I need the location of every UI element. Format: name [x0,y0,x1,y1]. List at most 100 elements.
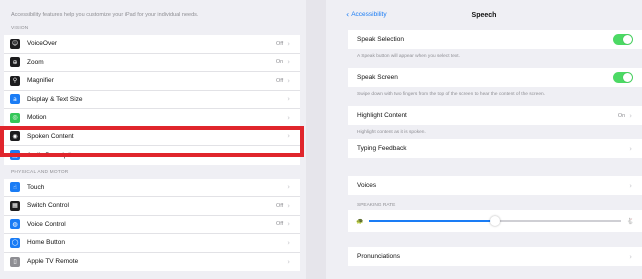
chevron-right-icon: › [287,58,290,67]
display-text-size-icon: a [10,94,20,105]
turtle-icon: 🐢 [356,217,364,225]
chevron-left-icon: ‹ [346,10,350,19]
settings-row-magnifier[interactable]: ⚲ Magnifier Off › [4,72,300,91]
vision-section-header: VISION [11,26,29,31]
speaking-rate-group: 🐢 🐇 [348,210,642,232]
speak-selection-footer: A Speak button will appear when you sele… [357,54,460,59]
settings-row-label: Display & Text Size [27,95,83,103]
settings-row-label: Home Button [27,239,65,247]
highlight-content-label: Highlight Content [357,112,407,119]
settings-row-voice-control[interactable]: ◍ Voice Control Off › [4,216,300,234]
highlight-content-group: Highlight Content On › [348,106,642,125]
settings-row-zoom[interactable]: ⊕ Zoom On › [4,54,300,72]
voices-group: Voices › [348,176,642,195]
speech-detail-pane: ‹ Accessibility Speech Speak Selection A… [326,0,642,279]
highlight-content-value: On [617,112,626,119]
speak-screen-group: Speak Screen [348,68,642,87]
speaking-rate-slider[interactable]: 🐢 🐇 [348,210,642,232]
chevron-right-icon: › [287,220,290,229]
settings-row-motion[interactable]: ◎ Motion › [4,109,300,128]
settings-row-spoken-content[interactable]: ◉ Spoken Content › [4,128,300,146]
apple-tv-remote-icon: ▯ [10,256,20,267]
settings-row-label: Apple TV Remote [27,258,79,266]
slider-fill [369,220,495,222]
typing-feedback-row[interactable]: Typing Feedback › [348,139,642,158]
settings-row-value: Off [275,40,284,47]
voiceover-icon: ☺ [10,38,20,49]
highlight-content-row[interactable]: Highlight Content On › [348,106,642,125]
settings-row-home-button[interactable]: ◯ Home Button › [4,234,300,253]
settings-row-label: VoiceOver [27,40,57,48]
settings-list-pane: Accessibility features help you customiz… [0,0,306,279]
chevron-right-icon: › [287,257,290,266]
settings-row-switch-control[interactable]: ▦ Switch Control Off › [4,197,300,216]
settings-row-voiceover[interactable]: ☺ VoiceOver Off › [4,35,300,54]
speaking-rate-header: SPEAKING RATE [357,203,396,208]
settings-row-label: Switch Control [27,202,69,210]
settings-row-display-text-size[interactable]: a Display & Text Size › [4,91,300,109]
speak-selection-row: Speak Selection [348,30,642,49]
chevron-right-icon: › [287,183,290,192]
voices-row[interactable]: Voices › [348,176,642,195]
speak-screen-footer: Swipe down with two fingers from the top… [357,92,545,97]
settings-row-label: Magnifier [27,77,54,85]
speak-selection-label: Speak Selection [357,36,404,43]
settings-row-value: Off [275,77,284,84]
navigation-bar: ‹ Accessibility Speech [326,0,642,30]
accessibility-intro: Accessibility features help you customiz… [11,12,199,18]
physical-motor-section-header: PHYSICAL AND MOTOR [11,169,69,175]
settings-row-label: Spoken Content [27,132,74,140]
settings-row-label: Touch [27,183,45,191]
switch-control-icon: ▦ [10,200,20,211]
chevron-right-icon: › [287,238,290,247]
typing-feedback-group: Typing Feedback › [348,139,642,158]
back-button-label: Accessibility [351,11,387,18]
hare-icon: 🐇 [626,217,634,225]
chevron-right-icon: › [629,144,632,153]
settings-row-label: Zoom [27,58,44,66]
chevron-right-icon: › [287,76,290,85]
typing-feedback-label: Typing Feedback [357,145,407,152]
page-title: Speech [471,11,497,19]
back-button[interactable]: ‹ Accessibility [346,10,387,19]
pronunciations-label: Pronunciations [357,253,400,260]
slider-track[interactable] [369,216,621,226]
split-divider [306,0,326,279]
speak-screen-label: Speak Screen [357,74,398,81]
speak-screen-toggle[interactable] [613,72,633,83]
vision-group: ☺ VoiceOver Off › ⊕ Zoom On › ⚲ Magnifier Off › a Dis… [4,35,300,165]
settings-row-label: Audio Descriptions [27,151,82,159]
motion-icon: ◎ [10,112,20,123]
touch-icon: ☝ [10,182,20,193]
audio-descriptions-icon: ▣ [10,150,20,161]
chevron-right-icon: › [287,201,290,210]
chevron-right-icon: › [287,113,290,122]
settings-row-touch[interactable]: ☝ Touch › [4,179,300,197]
speak-screen-row: Speak Screen [348,68,642,87]
settings-row-value: Off [275,221,284,228]
voice-control-icon: ◍ [10,219,20,230]
magnifier-icon: ⚲ [10,75,20,86]
voices-label: Voices [357,182,377,189]
chevron-right-icon: › [629,111,632,120]
pronunciations-row[interactable]: Pronunciations › [348,247,642,266]
home-button-icon: ◯ [10,237,20,248]
pronunciations-group: Pronunciations › [348,247,642,266]
highlight-content-footer: Highlight content as it is spoken. [357,130,426,135]
chevron-right-icon: › [287,151,290,160]
speak-selection-toggle[interactable] [613,34,633,45]
settings-row-value: On [275,59,284,66]
slider-knob[interactable] [490,216,500,226]
spoken-content-icon: ◉ [10,131,20,142]
settings-row-apple-tv-remote[interactable]: ▯ Apple TV Remote › [4,253,300,272]
zoom-icon: ⊕ [10,57,20,68]
settings-row-label: Voice Control [27,220,66,228]
speak-selection-group: Speak Selection [348,30,642,49]
settings-row-label: Motion [27,114,47,122]
settings-row-value: Off [275,202,284,209]
physical-motor-group: ☝ Touch › ▦ Switch Control Off › ◍ Voice Control… [4,178,300,272]
chevron-right-icon: › [629,181,632,190]
settings-row-audio-descriptions[interactable]: ▣ Audio Descriptions › [4,146,300,165]
